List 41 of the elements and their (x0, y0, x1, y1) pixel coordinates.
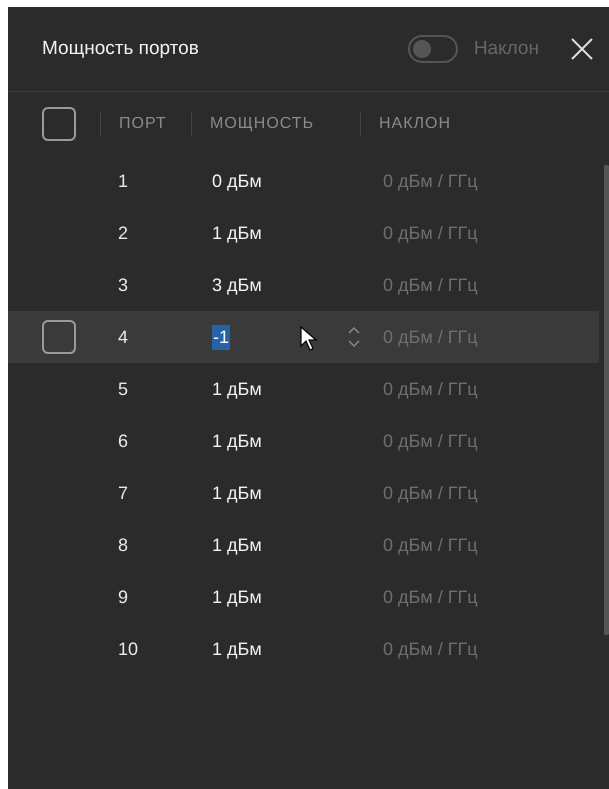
port-number: 9 (118, 586, 130, 608)
power-value: 1 дБм (212, 586, 263, 608)
power-input-field[interactable]: -1 (212, 324, 347, 350)
slope-value: 0 дБм / ГГц (383, 170, 478, 192)
port-number: 4 (118, 326, 130, 348)
toggle-switch[interactable] (408, 35, 458, 63)
slope-value: 0 дБм / ГГц (383, 482, 478, 504)
spinner-icon[interactable] (347, 324, 361, 350)
power-value: 1 дБм (212, 430, 263, 452)
port-number: 10 (118, 638, 140, 660)
power-value: 1 дБм (212, 482, 263, 504)
select-all-checkbox[interactable] (42, 106, 76, 140)
panel-title: Мощность портов (42, 38, 200, 60)
port-number: 3 (118, 274, 130, 296)
column-header[interactable]: ПОРТ (105, 114, 187, 132)
port-number: 2 (118, 222, 130, 244)
power-value: 0 дБм (212, 170, 263, 192)
port-number: 1 (118, 170, 130, 192)
power-value: 1 дБм (212, 534, 263, 556)
slope-value: 0 дБм / ГГц (383, 638, 478, 660)
port-number: 7 (118, 482, 130, 504)
slope-value: 0 дБм / ГГц (383, 534, 478, 556)
column-header[interactable]: МОЩНОСТЬ (196, 114, 356, 132)
slope-value: 0 дБм / ГГц (383, 274, 478, 296)
slope-value: 0 дБм / ГГц (383, 430, 478, 452)
power-value: 1 дБм (212, 378, 263, 400)
close-button[interactable] (569, 36, 595, 62)
port-number: 6 (118, 430, 130, 452)
slope-value: 0 дБм / ГГц (383, 378, 478, 400)
port-number: 8 (118, 534, 130, 556)
row-checkbox[interactable] (42, 320, 76, 354)
scrollbar[interactable] (604, 165, 609, 635)
slope-value: 0 дБм / ГГц (383, 222, 478, 244)
toggle-label: Наклон (474, 38, 539, 60)
power-value: 1 дБм (212, 222, 263, 244)
power-value: 1 дБм (212, 638, 263, 660)
cursor-icon (300, 326, 318, 352)
column-header[interactable]: НАКЛОН (365, 114, 505, 132)
slope-value: 0 дБм / ГГц (383, 586, 478, 608)
power-value: 3 дБм (212, 274, 263, 296)
port-number: 5 (118, 378, 130, 400)
